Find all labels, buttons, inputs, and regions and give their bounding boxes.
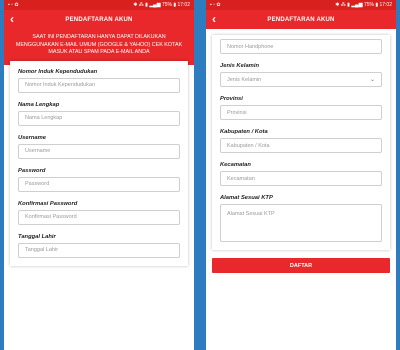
- username-label: Username: [18, 134, 47, 141]
- gender-select[interactable]: Jenis Kelamin ⌄: [220, 72, 382, 87]
- district-label: Kecamatan: [220, 162, 251, 168]
- confirm-password-input[interactable]: Konfirmasi Password: [18, 209, 180, 225]
- register-button[interactable]: DAFTAR: [212, 258, 390, 273]
- status-icons-right: ✱ ⁂ ▮ ▂▄▆ 75% ▮ 17:02: [335, 2, 392, 8]
- nama-input[interactable]: Nama Lengkap: [18, 110, 180, 126]
- notice-banner: SAAT INI PENDAFTARAN HANYA DAPAT DILAKUK…: [4, 29, 194, 65]
- city-input[interactable]: Kabupaten / Kota: [220, 138, 382, 153]
- phone-number-input[interactable]: Nomor Handphone: [220, 39, 382, 54]
- nik-input[interactable]: Nomor Induk Kependudukan: [18, 77, 180, 93]
- birth-date-input[interactable]: Tanggal Lahir: [18, 242, 180, 258]
- gender-select-value: Jenis Kelamin: [227, 76, 262, 83]
- status-icons-left: ▪ ▫ ✿: [210, 2, 221, 8]
- password-input[interactable]: Password: [18, 176, 180, 192]
- address-label: Alamat Sesuai KTP: [220, 195, 273, 201]
- province-input[interactable]: Provinsi: [220, 105, 382, 120]
- app-bar: ‹ PENDAFTARAN AKUN: [206, 10, 396, 29]
- birth-date-label: Tanggal Lahir: [18, 233, 56, 240]
- password-label: Password: [18, 167, 46, 174]
- right-screen: ▪ ▫ ✿ ✱ ⁂ ▮ ▂▄▆ 75% ▮ 17:02 ‹ PENDAFTARA…: [206, 0, 396, 350]
- status-icons-right: ✱ ⁂ ▮ ▂▄▆ 75% ▮ 17:02: [133, 2, 190, 8]
- status-icons-left: ▪ ▫ ✿: [8, 2, 19, 8]
- district-input[interactable]: Kecamatan: [220, 171, 382, 186]
- chevron-down-icon: ⌄: [369, 77, 375, 83]
- province-label: Provinsi: [220, 96, 243, 102]
- gender-label: Jenis Kelamin: [220, 63, 259, 69]
- registration-form-continued: Nomor Handphone Jenis Kelamin Jenis Kela…: [212, 35, 390, 250]
- page-title: PENDAFTARAN AKUN: [65, 16, 133, 23]
- confirm-password-label: Konfirmasi Password: [18, 200, 78, 207]
- address-textarea[interactable]: Alamat Sesuai KTP: [220, 204, 382, 242]
- status-bar: ▪ ▫ ✿ ✱ ⁂ ▮ ▂▄▆ 75% ▮ 17:02: [4, 0, 194, 10]
- status-bar: ▪ ▫ ✿ ✱ ⁂ ▮ ▂▄▆ 75% ▮ 17:02: [206, 0, 396, 10]
- city-label: Kabupaten / Kota: [220, 129, 268, 135]
- left-screen: ▪ ▫ ✿ ✱ ⁂ ▮ ▂▄▆ 75% ▮ 17:02 ‹ PENDAFTARA…: [4, 0, 194, 350]
- nik-label: Nomor Induk Kependudukan: [18, 68, 98, 75]
- registration-notice: SAAT INI PENDAFTARAN HANYA DAPAT DILAKUK…: [15, 34, 183, 55]
- back-arrow-icon[interactable]: ‹: [206, 10, 222, 29]
- page-title: PENDAFTARAN AKUN: [267, 16, 335, 23]
- app-bar: ‹ PENDAFTARAN AKUN: [4, 10, 194, 29]
- nama-label: Nama Lengkap: [18, 101, 60, 108]
- username-input[interactable]: Username: [18, 143, 180, 159]
- registration-form: Nomor Induk Kependudukan Nomor Induk Kep…: [10, 60, 188, 266]
- back-arrow-icon[interactable]: ‹: [4, 10, 20, 29]
